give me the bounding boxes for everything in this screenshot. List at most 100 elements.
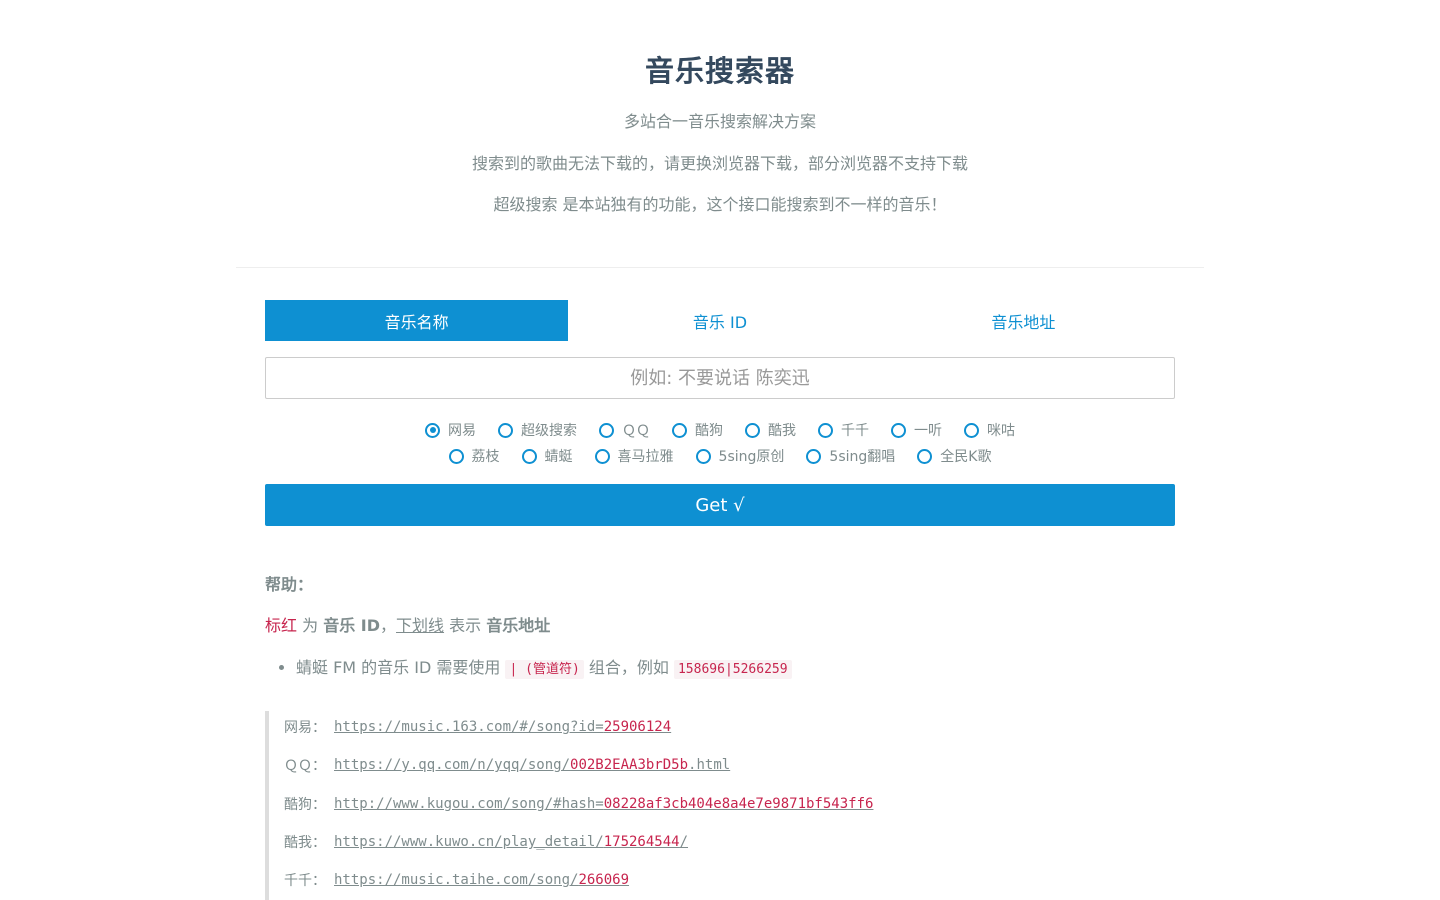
url-prefix: https://music.taihe.com/song/ — [334, 872, 579, 889]
example-url-link[interactable]: https://music.163.com/#/song?id=25906124 — [334, 719, 671, 735]
source-label: 全民K歌 — [940, 449, 992, 465]
url-prefix: https://music.163.com/#/song?id= — [334, 719, 604, 736]
radio-icon[interactable] — [521, 448, 537, 464]
example-label: ＱＱ： — [284, 758, 326, 775]
tab-music-id[interactable]: 音乐 ID — [568, 300, 871, 341]
source-option-ximalaya[interactable]: 喜马拉雅 — [594, 446, 674, 466]
source-option-kugou[interactable]: 酷狗 — [672, 420, 723, 440]
get-button[interactable]: Get √ — [265, 484, 1175, 526]
example-label: 酷我： — [284, 835, 326, 852]
example-row-netease: 网易： https://music.163.com/#/song?id=2590… — [284, 708, 1175, 746]
radio-icon[interactable] — [498, 422, 513, 438]
source-option-5sing-original[interactable]: 5sing原创 — [695, 446, 785, 466]
source-label: 5sing翻唱 — [829, 449, 896, 465]
source-selector: 网易 超级搜索 ＱＱ 酷狗 酷我 千千 一听 咪咕 荔枝 蜻蜓 喜马拉雅 5si… — [265, 417, 1175, 469]
download-notice: 搜索到的歌曲无法下载的，请更换浏览器下载，部分浏览器不支持下载 — [471, 154, 968, 173]
source-option-netease[interactable]: 网易 — [425, 420, 476, 440]
url-prefix: https://www.kuwo.cn/play_detail/ — [334, 834, 604, 851]
source-label: 超级搜索 — [521, 423, 577, 439]
source-label: 蜻蜓 — [544, 449, 573, 465]
url-id: 266069 — [578, 872, 630, 889]
header-divider — [236, 267, 1204, 268]
legend-is: 为 — [297, 616, 324, 635]
url-id: 175264544 — [603, 834, 680, 851]
page-subtitle: 多站合一音乐搜索解决方案 — [623, 112, 816, 131]
super-search-notice: 超级搜索 是本站独有的功能，这个接口能搜索到不一样的音乐！ — [493, 195, 947, 214]
search-form: 音乐名称 音乐 ID 音乐地址 网易 超级搜索 ＱＱ 酷狗 酷我 千千 一听 咪… — [265, 300, 1175, 526]
radio-icon[interactable] — [964, 422, 979, 438]
source-row-1: 网易 超级搜索 ＱＱ 酷狗 酷我 千千 一听 咪咕 — [265, 417, 1175, 443]
source-option-kuwo[interactable]: 酷我 — [745, 420, 796, 440]
legend-music-id: 音乐 ID — [323, 616, 381, 635]
url-suffix: / — [679, 834, 689, 851]
source-label: 千千 — [841, 423, 869, 439]
source-label: 5sing原创 — [718, 449, 785, 465]
bullet-text-1: 蜻蜓 FM 的音乐 ID 需要使用 — [296, 658, 506, 677]
example-url-link[interactable]: https://www.kuwo.cn/play_detail/17526454… — [334, 834, 688, 850]
source-label: ＱＱ — [622, 423, 650, 439]
page-title: 音乐搜索器 — [644, 54, 795, 88]
source-label: 酷狗 — [695, 423, 723, 439]
help-bullet-list: 蜻蜓 FM 的音乐 ID 需要使用 | (管道符) 组合，例如 158696|5… — [265, 657, 1185, 681]
example-label: 网易： — [284, 720, 326, 737]
source-option-qingting[interactable]: 蜻蜓 — [521, 446, 573, 466]
legend-underline: 下划线 — [396, 616, 445, 635]
url-id: 25906124 — [603, 719, 672, 736]
legend-means: 表示 — [444, 616, 487, 635]
legend-music-url: 音乐地址 — [486, 616, 551, 635]
radio-checked-icon[interactable] — [425, 422, 440, 438]
source-label: 酷我 — [768, 423, 796, 439]
url-prefix: https://y.qq.com/n/yqq/song/ — [334, 757, 571, 774]
url-id: 002B2EAA3brD5b — [570, 757, 689, 774]
page-header: 音乐搜索器 多站合一音乐搜索解决方案 搜索到的歌曲无法下载的，请更换浏览器下载，… — [0, 0, 1440, 216]
radio-icon[interactable] — [695, 448, 711, 464]
example-label: 酷狗： — [284, 796, 326, 813]
radio-icon[interactable] — [806, 448, 822, 464]
bullet-text-2: 组合，例如 — [583, 658, 674, 677]
url-prefix: http://www.kugou.com/song/#hash= — [334, 795, 604, 812]
radio-icon[interactable] — [599, 422, 614, 438]
example-id-code: 158696|5266259 — [673, 660, 792, 679]
source-label: 喜马拉雅 — [617, 449, 674, 465]
source-option-migu[interactable]: 咪咕 — [964, 420, 1015, 440]
example-label: 千千： — [284, 873, 326, 890]
source-option-lizhi[interactable]: 荔枝 — [448, 446, 500, 466]
radio-icon[interactable] — [818, 422, 833, 438]
source-option-yiting[interactable]: 一听 — [891, 420, 942, 440]
search-input[interactable] — [265, 357, 1175, 399]
radio-icon[interactable] — [594, 448, 610, 464]
source-label: 一听 — [914, 423, 942, 439]
source-option-super-search[interactable]: 超级搜索 — [498, 420, 577, 440]
help-legend: 标红 为 音乐 ID，下划线 表示 音乐地址 — [265, 615, 1185, 637]
example-url-link[interactable]: https://music.taihe.com/song/266069 — [334, 872, 629, 888]
tab-music-name[interactable]: 音乐名称 — [265, 300, 569, 341]
radio-icon[interactable] — [917, 448, 933, 464]
source-label: 咪咕 — [987, 423, 1015, 439]
pipe-code: | (管道符) — [505, 660, 584, 679]
source-option-qq[interactable]: ＱＱ — [599, 420, 650, 440]
source-row-2: 荔枝 蜻蜓 喜马拉雅 5sing原创 5sing翻唱 全民K歌 — [265, 443, 1175, 469]
example-row-kugou: 酷狗： http://www.kugou.com/song/#hash=0822… — [284, 785, 1175, 823]
source-option-qianqian[interactable]: 千千 — [818, 420, 869, 440]
example-row-kuwo: 酷我： https://www.kuwo.cn/play_detail/1752… — [284, 823, 1175, 861]
example-url-link[interactable]: https://y.qq.com/n/yqq/song/002B2EAA3brD… — [334, 757, 730, 773]
legend-red: 标红 — [265, 616, 298, 635]
url-examples-blockquote: 网易： https://music.163.com/#/song?id=2590… — [265, 711, 1175, 900]
example-url-link[interactable]: http://www.kugou.com/song/#hash=08228af3… — [334, 796, 873, 812]
list-item: 蜻蜓 FM 的音乐 ID 需要使用 | (管道符) 组合，例如 158696|5… — [296, 657, 1185, 681]
tab-music-url[interactable]: 音乐地址 — [872, 300, 1175, 341]
radio-icon[interactable] — [745, 422, 760, 438]
example-row-qianqian: 千千： https://music.taihe.com/song/266069 — [284, 861, 1175, 899]
example-row-qq: ＱＱ： https://y.qq.com/n/yqq/song/002B2EAA… — [284, 746, 1175, 784]
url-suffix: .html — [688, 757, 731, 774]
radio-icon[interactable] — [672, 422, 687, 438]
source-option-kge[interactable]: 全民K歌 — [917, 446, 991, 466]
radio-icon[interactable] — [891, 422, 906, 438]
radio-icon[interactable] — [448, 448, 464, 464]
search-type-tabs: 音乐名称 音乐 ID 音乐地址 — [265, 300, 1175, 341]
source-label: 荔枝 — [471, 449, 500, 465]
help-title: 帮助： — [265, 575, 314, 594]
source-option-5sing-cover[interactable]: 5sing翻唱 — [806, 446, 895, 466]
help-section: 帮助： 标红 为 音乐 ID，下划线 表示 音乐地址 蜻蜓 FM 的音乐 ID … — [265, 574, 1185, 681]
source-label: 网易 — [448, 423, 476, 439]
